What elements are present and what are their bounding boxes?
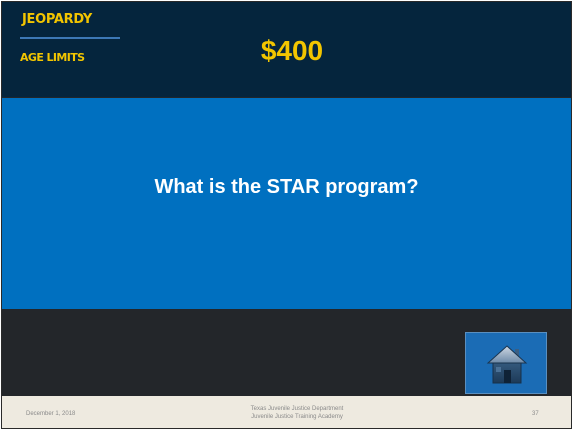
footer-line-department: Texas Juvenile Justice Department xyxy=(250,406,344,412)
brand-divider xyxy=(20,37,120,39)
footer-date: December 1, 2018 xyxy=(26,411,76,417)
point-value: $400 xyxy=(260,35,324,66)
question-panel: What is the STAR program? xyxy=(2,98,571,309)
slide: JEOPARDY AGE LIMITS $400 What is the STA… xyxy=(1,1,572,429)
category-label: AGE LIMITS xyxy=(20,51,85,64)
question-text: What is the STAR program? xyxy=(154,176,419,198)
slide-footer: December 1, 2018 Texas Juvenile Justice … xyxy=(2,396,571,428)
home-icon xyxy=(486,345,528,384)
slide-number: 37 xyxy=(532,411,539,417)
footer-line-academy: Juvenile Justice Training Academy xyxy=(251,414,343,420)
footer-organization: Texas Juvenile Justice Department Juveni… xyxy=(192,405,402,421)
home-button[interactable] xyxy=(465,332,547,394)
slide-header: JEOPARDY AGE LIMITS $400 xyxy=(2,2,571,97)
brand-title: JEOPARDY xyxy=(22,12,93,27)
